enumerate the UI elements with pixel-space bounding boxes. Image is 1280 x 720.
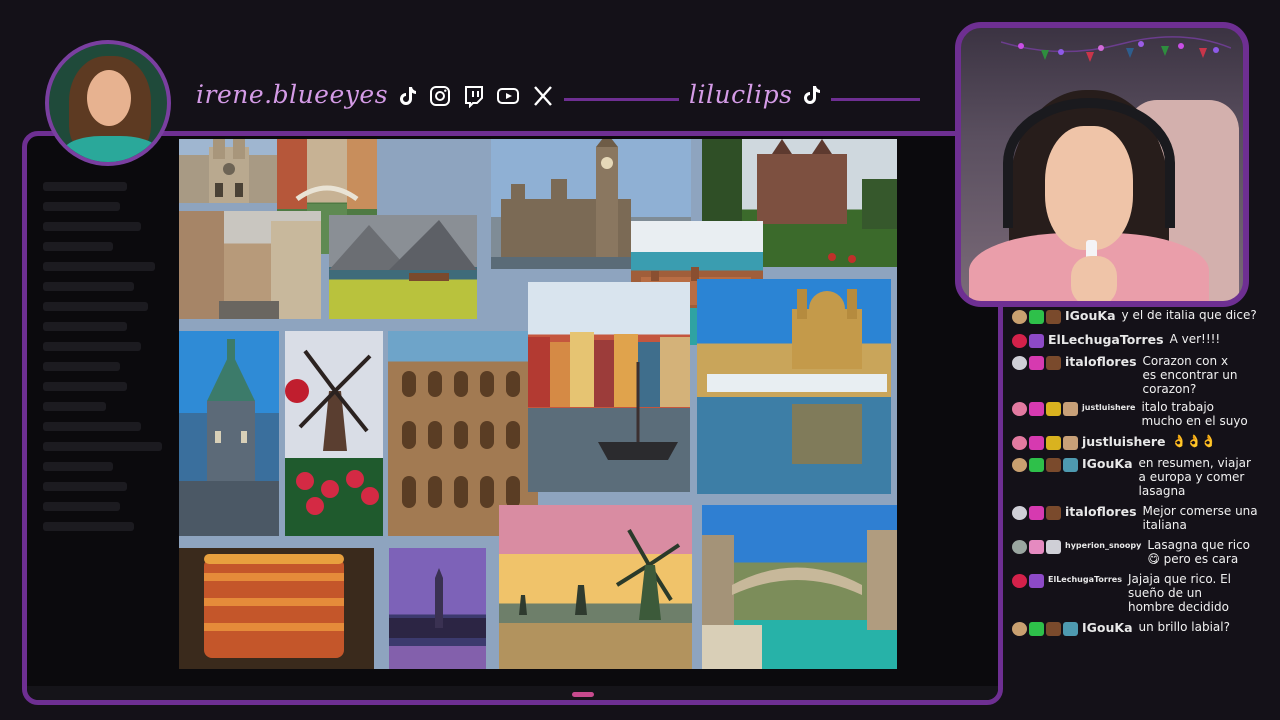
chat-text: Jajaja que rico. El sueño de un hombre d…: [1127, 572, 1232, 614]
tiktok-icon: [800, 83, 824, 107]
photo-lake-meadow: [329, 215, 477, 319]
photo-lasagna: [179, 548, 374, 669]
webcam-feed: [955, 22, 1249, 307]
heart-badge-icon: [1029, 402, 1044, 416]
chat-username[interactable]: italoflores: [1065, 504, 1137, 519]
chat-message: ElLechugaTorres A ver!!!!: [1012, 332, 1266, 348]
avatar: [1012, 458, 1027, 472]
photo-london-dusk: [389, 548, 486, 669]
chat-message: italoflores Mejor comerse una italiana: [1012, 504, 1266, 532]
avatar: [1012, 436, 1027, 450]
chat-text: 👌👌👌: [1171, 434, 1217, 448]
x-icon: [531, 84, 555, 108]
chat-message: justluishere italo trabajo mucho en el s…: [1012, 400, 1266, 428]
chat-username[interactable]: IGouKa: [1065, 310, 1116, 323]
youtube-icon: [496, 84, 520, 108]
chat-panel: IGouKa y el de italia que dice? ElLechug…: [1008, 310, 1270, 650]
chat-message: IGouKa y el de italia que dice?: [1012, 310, 1266, 324]
sub-badge-icon: [1063, 436, 1078, 450]
heart-badge-icon: [1029, 436, 1044, 450]
moderator-badge-icon: [1029, 458, 1044, 472]
photo-malta-harbor: [697, 279, 891, 494]
chat-text: italo trabajo mucho en el suyo: [1141, 400, 1248, 428]
chat-message: justluishere 👌👌👌: [1012, 434, 1266, 450]
sub-badge-icon: [1029, 574, 1044, 588]
bits-badge-icon: [1063, 458, 1078, 472]
sub-badge-icon: [1046, 356, 1061, 370]
sub-badge-icon: [1046, 506, 1061, 520]
sub-badge-icon: [1029, 334, 1044, 348]
chat-username[interactable]: justluishere: [1082, 434, 1166, 449]
chat-text: un brillo labial?: [1138, 620, 1230, 634]
avatar: [1012, 574, 1027, 588]
avatar: [1012, 356, 1027, 370]
chat-message: ElLechugaTorres Jajaja que rico. El sueñ…: [1012, 572, 1266, 614]
stream-overlay: irene.blueeyes liluclips IGouKa y el de …: [0, 0, 1280, 720]
sub-badge-icon: [1046, 310, 1061, 324]
chat-username[interactable]: IGouKa: [1082, 456, 1133, 471]
chat-username[interactable]: ElLechugaTorres: [1048, 575, 1122, 584]
moderator-badge-icon: [1029, 310, 1044, 324]
twitch-icon: [462, 84, 486, 109]
gift-badge-icon: [1046, 402, 1061, 416]
chat-username[interactable]: italoflores: [1065, 354, 1137, 369]
chat-username[interactable]: justluishere: [1082, 403, 1135, 412]
chat-text: A ver!!!!: [1169, 332, 1221, 346]
sub-badge-icon: [1046, 458, 1061, 472]
header-divider: [564, 98, 679, 101]
chat-text: Lasagna que rico 😋 pero es cara: [1147, 538, 1251, 566]
europe-collage: [179, 139, 897, 669]
header-divider: [831, 98, 920, 101]
heart-badge-icon: [1029, 356, 1044, 370]
chat-text: Mejor comerse una italiana: [1142, 504, 1258, 532]
chat-text: en resumen, viajar a europa y comer lasa…: [1138, 456, 1251, 498]
sub-badge-icon: [1046, 622, 1061, 636]
string-lights: [1001, 36, 1231, 62]
background-sidebar: [37, 171, 177, 641]
avatar: [1012, 622, 1027, 636]
photo-edinburgh-tower: [179, 331, 279, 536]
instagram-icon: [428, 84, 452, 108]
taskbar-indicator: [572, 692, 594, 697]
bits-badge-icon: [1063, 622, 1078, 636]
photo-notre-dame: [179, 139, 277, 203]
avatar: [1012, 402, 1027, 416]
photo-mostar-bridge: [702, 505, 897, 669]
chat-username[interactable]: hyperion_snoopy: [1065, 541, 1141, 550]
avatar: [1012, 540, 1027, 554]
chat-message: IGouKa en resumen, viajar a europa y com…: [1012, 456, 1266, 498]
moderator-badge-icon: [1029, 622, 1044, 636]
photo-kinderdijk-windmills: [499, 505, 692, 669]
taskbar: [27, 686, 998, 700]
gift-badge-icon: [1046, 436, 1061, 450]
chat-username[interactable]: IGouKa: [1082, 620, 1133, 635]
chat-text: y el de italia que dice?: [1121, 310, 1257, 322]
tiktok-icon: [396, 84, 420, 108]
avatar: [1012, 310, 1027, 324]
chat-username[interactable]: ElLechugaTorres: [1048, 332, 1164, 347]
avatar: [1012, 334, 1027, 348]
chat-message: italoflores Corazon con x es encontrar u…: [1012, 354, 1266, 396]
chat-message: hyperion_snoopy Lasagna que rico 😋 pero …: [1012, 538, 1266, 566]
photo-windmill-tulips: [285, 331, 383, 536]
photo-nyhavn-copenhagen: [528, 282, 690, 492]
photo-paris-street: [179, 211, 321, 319]
clips-handle: liluclips: [689, 80, 793, 109]
sub-badge-icon: [1063, 402, 1078, 416]
sub-badge-icon: [1046, 540, 1061, 554]
streamer-avatar: [45, 40, 171, 166]
heart-badge-icon: [1029, 506, 1044, 520]
avatar: [1012, 506, 1027, 520]
chat-message: IGouKa un brillo labial?: [1012, 620, 1266, 636]
chat-text: Corazon con x es encontrar un corazon?: [1142, 354, 1238, 396]
streamer-handle: irene.blueeyes: [196, 80, 389, 109]
pig-badge-icon: [1029, 540, 1044, 554]
